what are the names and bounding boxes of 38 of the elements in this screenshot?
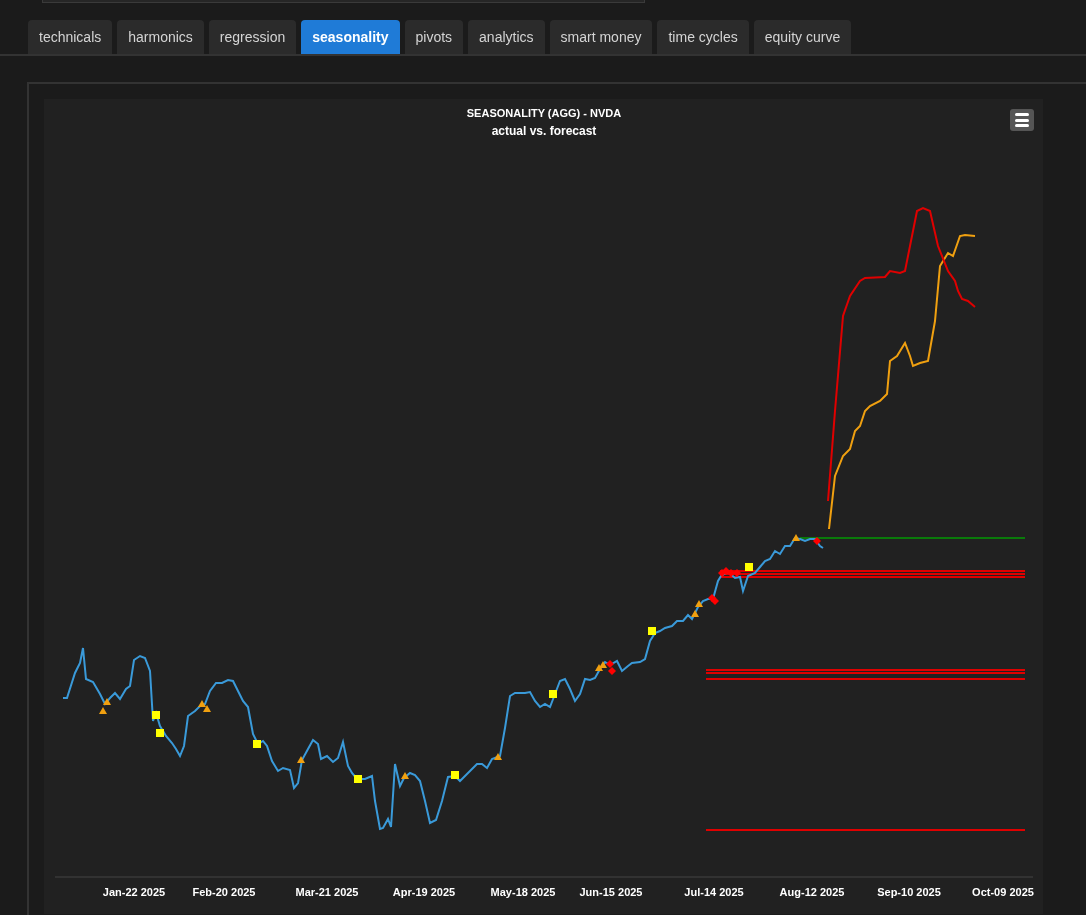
axis-label: Mar-21 2025 [295, 886, 359, 898]
axis-label: Sep-10 2025 [877, 886, 941, 898]
tab[interactable]: regression [208, 20, 297, 54]
square-marker-icon [451, 771, 459, 779]
tab[interactable]: analytics [468, 20, 545, 54]
menu-icon[interactable] [1010, 109, 1034, 131]
tab[interactable]: harmonics [117, 20, 204, 54]
triangle-marker-icon [99, 707, 107, 714]
axis-label: May-18 2025 [490, 886, 556, 898]
tab[interactable]: seasonality [301, 20, 400, 54]
axis-label: Jun-15 2025 [579, 886, 643, 898]
triangle-marker-icon [695, 600, 703, 607]
axis-label: Aug-12 2025 [779, 886, 845, 898]
triangle-marker-icon [494, 753, 502, 760]
triangle-marker-icon [792, 534, 800, 541]
axis-label: Apr-19 2025 [392, 886, 456, 898]
square-marker-icon [354, 775, 362, 783]
tab[interactable]: time cycles [657, 20, 749, 54]
triangle-marker-icon [401, 772, 409, 779]
axis-label: Jul-14 2025 [684, 886, 744, 898]
square-marker-icon [745, 563, 753, 571]
axis-label: Feb-20 2025 [192, 886, 256, 898]
tab[interactable]: smart money [549, 20, 653, 54]
tab[interactable]: pivots [404, 20, 464, 54]
triangle-marker-icon [297, 756, 305, 763]
chart-title: SEASONALITY (AGG) - NVDA [466, 107, 622, 119]
axis-label: Oct-09 2025 [972, 886, 1034, 898]
tab[interactable]: equity curve [753, 20, 852, 54]
square-marker-icon [648, 627, 656, 635]
chart-subtitle: actual vs. forecast [491, 124, 597, 138]
axis-label: Jan-22 2025 [102, 886, 166, 898]
tab[interactable]: technicals [28, 20, 113, 54]
square-marker-icon [253, 740, 261, 748]
square-marker-icon [152, 711, 160, 719]
triangle-marker-icon [691, 610, 699, 617]
square-marker-icon [549, 690, 557, 698]
triangle-marker-icon [103, 698, 111, 705]
square-marker-icon [156, 729, 164, 737]
